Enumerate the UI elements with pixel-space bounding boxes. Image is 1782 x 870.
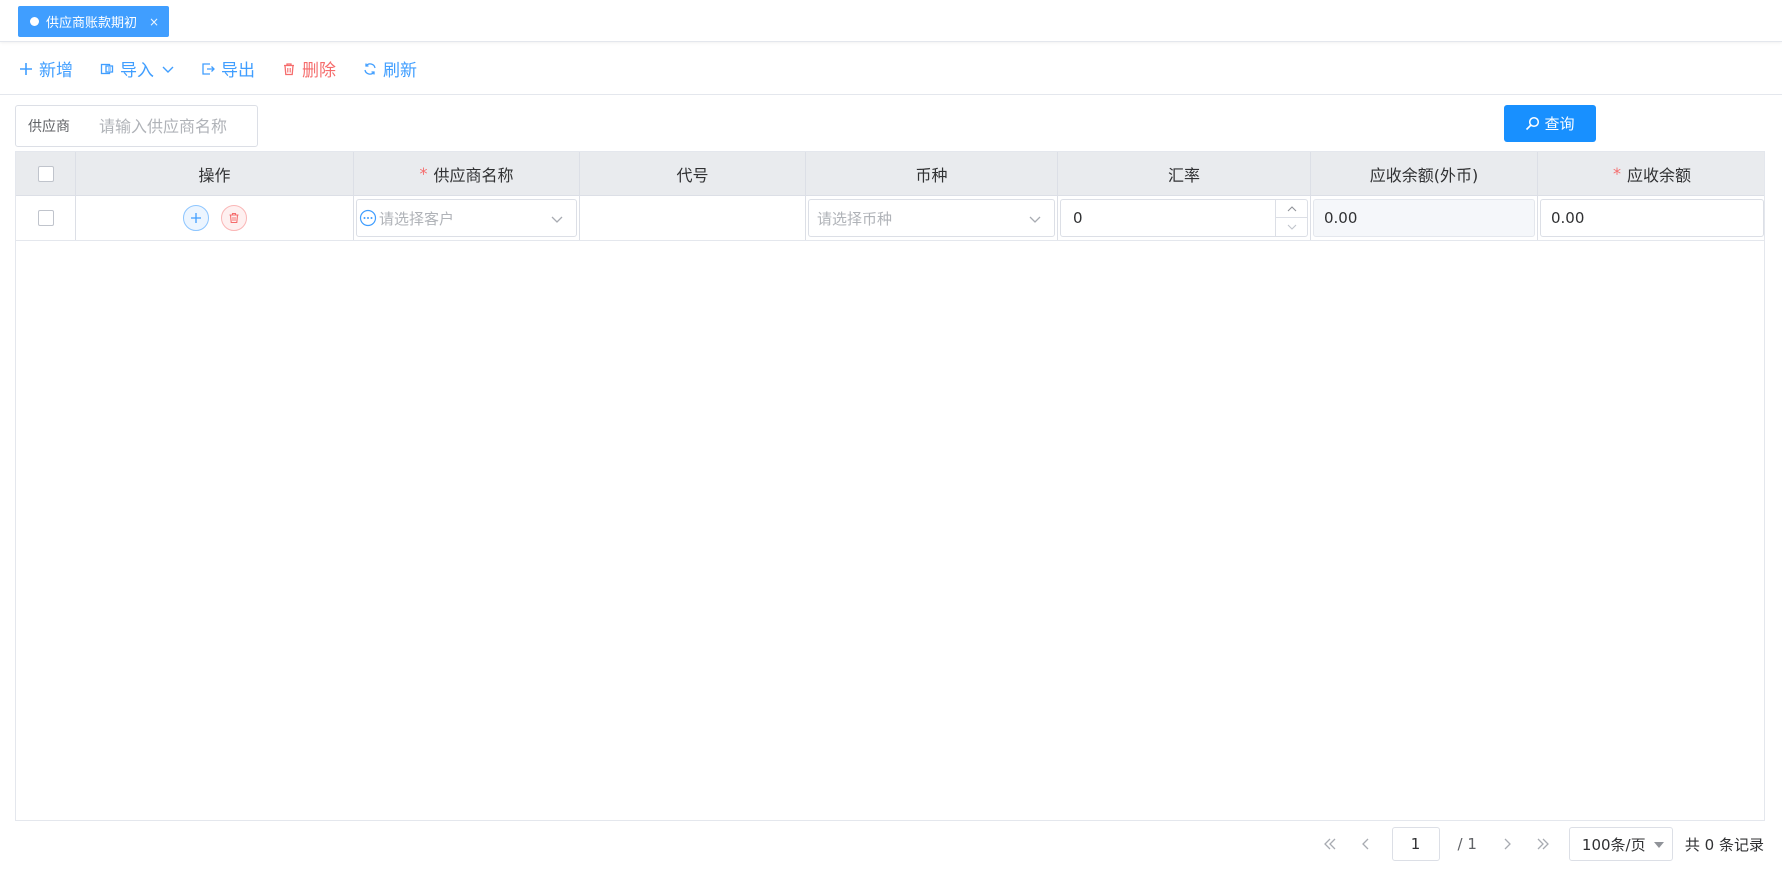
- pagination: 1 / 1 100条/页 共 0 条记录: [1312, 827, 1764, 861]
- search-icon: [1525, 116, 1540, 131]
- receivable-foreign-input: 0.00: [1313, 199, 1535, 237]
- tab-close-icon[interactable]: ×: [149, 15, 159, 29]
- trash-icon: [229, 212, 238, 224]
- refresh-icon: [362, 61, 378, 77]
- header-currency: 币种: [806, 152, 1058, 195]
- query-label: 查询: [1544, 115, 1575, 133]
- header-exchange-rate-label: 汇率: [1167, 165, 1200, 185]
- row-currency-cell: 请选择币种: [806, 196, 1058, 240]
- header-receivable-foreign-label: 应收余额(外币): [1369, 165, 1479, 185]
- row-code-cell: [580, 196, 806, 240]
- delete-label: 删除: [302, 61, 336, 81]
- page-size-value: 100条/页: [1581, 835, 1646, 854]
- required-mark: *: [1612, 164, 1621, 183]
- total-records: 共 0 条记录: [1684, 835, 1764, 854]
- exchange-rate-input[interactable]: 0: [1060, 199, 1308, 237]
- header-receivable-label: 应收余额: [1626, 165, 1691, 185]
- table-row: 请选择客户 请选择币种 0 0.00 0.00: [16, 196, 1764, 241]
- add-button[interactable]: 新增: [18, 56, 73, 81]
- currency-select-placeholder: 请选择币种: [817, 209, 893, 228]
- supplier-filter: 供应商: [15, 105, 258, 147]
- last-page-icon[interactable]: [1534, 835, 1552, 853]
- add-label: 新增: [39, 61, 73, 81]
- query-button[interactable]: 查询: [1504, 105, 1596, 142]
- first-page-icon[interactable]: [1321, 835, 1339, 853]
- currency-select[interactable]: 请选择币种: [808, 199, 1055, 237]
- exchange-rate-stepper: [1275, 200, 1307, 236]
- page-number-input[interactable]: 1: [1391, 827, 1440, 861]
- active-dot-icon: [30, 17, 39, 26]
- header-select-cell: [16, 152, 76, 195]
- header-receivable: * 应收余额: [1538, 152, 1766, 195]
- header-currency-label: 币种: [915, 165, 948, 185]
- decrement-button[interactable]: [1276, 218, 1307, 236]
- chevron-up-icon: [1287, 205, 1296, 211]
- receivable-value: 0.00: [1551, 209, 1585, 227]
- plus-icon: [190, 213, 201, 223]
- opening-balance-table: 操作 * 供应商名称 代号 币种 汇率 应收余额(外币) * 应收余额 请选择客…: [15, 151, 1765, 821]
- supplier-search-input[interactable]: [99, 116, 249, 136]
- receivable-foreign-value: 0.00: [1324, 209, 1358, 227]
- add-row-button[interactable]: [182, 205, 209, 231]
- receivable-input[interactable]: 0.00: [1540, 199, 1764, 237]
- supplier-filter-label: 供应商: [28, 119, 70, 135]
- header-supplier-name: * 供应商名称: [354, 152, 580, 195]
- export-label: 导出: [221, 61, 255, 81]
- caret-down-icon: [1653, 842, 1664, 848]
- table-header: 操作 * 供应商名称 代号 币种 汇率 应收余额(外币) * 应收余额: [16, 152, 1764, 196]
- header-action: 操作: [76, 152, 354, 195]
- header-receivable-foreign: 应收余额(外币): [1311, 152, 1538, 195]
- plus-icon: [18, 61, 34, 77]
- increment-button[interactable]: [1276, 200, 1307, 218]
- row-supplier-cell: 请选择客户: [354, 196, 580, 240]
- header-exchange-rate: 汇率: [1058, 152, 1311, 195]
- prev-page-icon[interactable]: [1357, 835, 1375, 853]
- supplier-select[interactable]: 请选择客户: [356, 199, 577, 237]
- row-action-cell: [76, 196, 354, 240]
- chevron-down-icon: [162, 63, 174, 75]
- chevron-down-icon: [1287, 224, 1296, 230]
- header-code: 代号: [580, 152, 806, 195]
- trash-icon: [281, 61, 297, 77]
- page-size-select[interactable]: 100条/页: [1568, 827, 1673, 861]
- row-receivable-cell: 0.00: [1538, 196, 1766, 240]
- header-supplier-name-label: 供应商名称: [433, 165, 514, 185]
- import-label: 导入: [120, 61, 154, 81]
- header-code-label: 代号: [676, 165, 709, 185]
- supplier-select-placeholder: 请选择客户: [379, 209, 455, 228]
- select-all-checkbox[interactable]: [37, 165, 54, 182]
- export-button[interactable]: 导出: [200, 56, 255, 81]
- next-page-icon[interactable]: [1498, 835, 1516, 853]
- import-dropdown[interactable]: 导入: [99, 56, 174, 81]
- delete-row-button[interactable]: [220, 205, 247, 231]
- toolbar: 新增 导入 导出 删除 刷新: [0, 43, 1782, 95]
- row-exchange-rate-cell: 0: [1058, 196, 1311, 240]
- refresh-label: 刷新: [383, 61, 417, 81]
- exchange-rate-value: 0: [1073, 209, 1083, 227]
- header-action-label: 操作: [198, 165, 231, 185]
- export-icon: [200, 61, 216, 77]
- current-page: 1: [1410, 835, 1421, 853]
- tab-bar: 供应商账款期初 ×: [0, 0, 1782, 42]
- tab-label: 供应商账款期初: [46, 16, 138, 31]
- chevron-down-icon: [1028, 212, 1042, 226]
- row-checkbox[interactable]: [37, 210, 54, 226]
- refresh-button[interactable]: 刷新: [362, 56, 417, 81]
- delete-button[interactable]: 删除: [281, 56, 336, 81]
- required-mark: *: [419, 164, 428, 183]
- row-receivable-foreign-cell: 0.00: [1311, 196, 1538, 240]
- more-options-icon[interactable]: [359, 209, 377, 227]
- tab-supplier-opening-balance[interactable]: 供应商账款期初 ×: [18, 6, 170, 37]
- row-select-cell: [16, 196, 76, 240]
- chevron-down-icon: [550, 212, 564, 226]
- total-pages: / 1: [1457, 835, 1477, 853]
- import-icon: [99, 61, 115, 77]
